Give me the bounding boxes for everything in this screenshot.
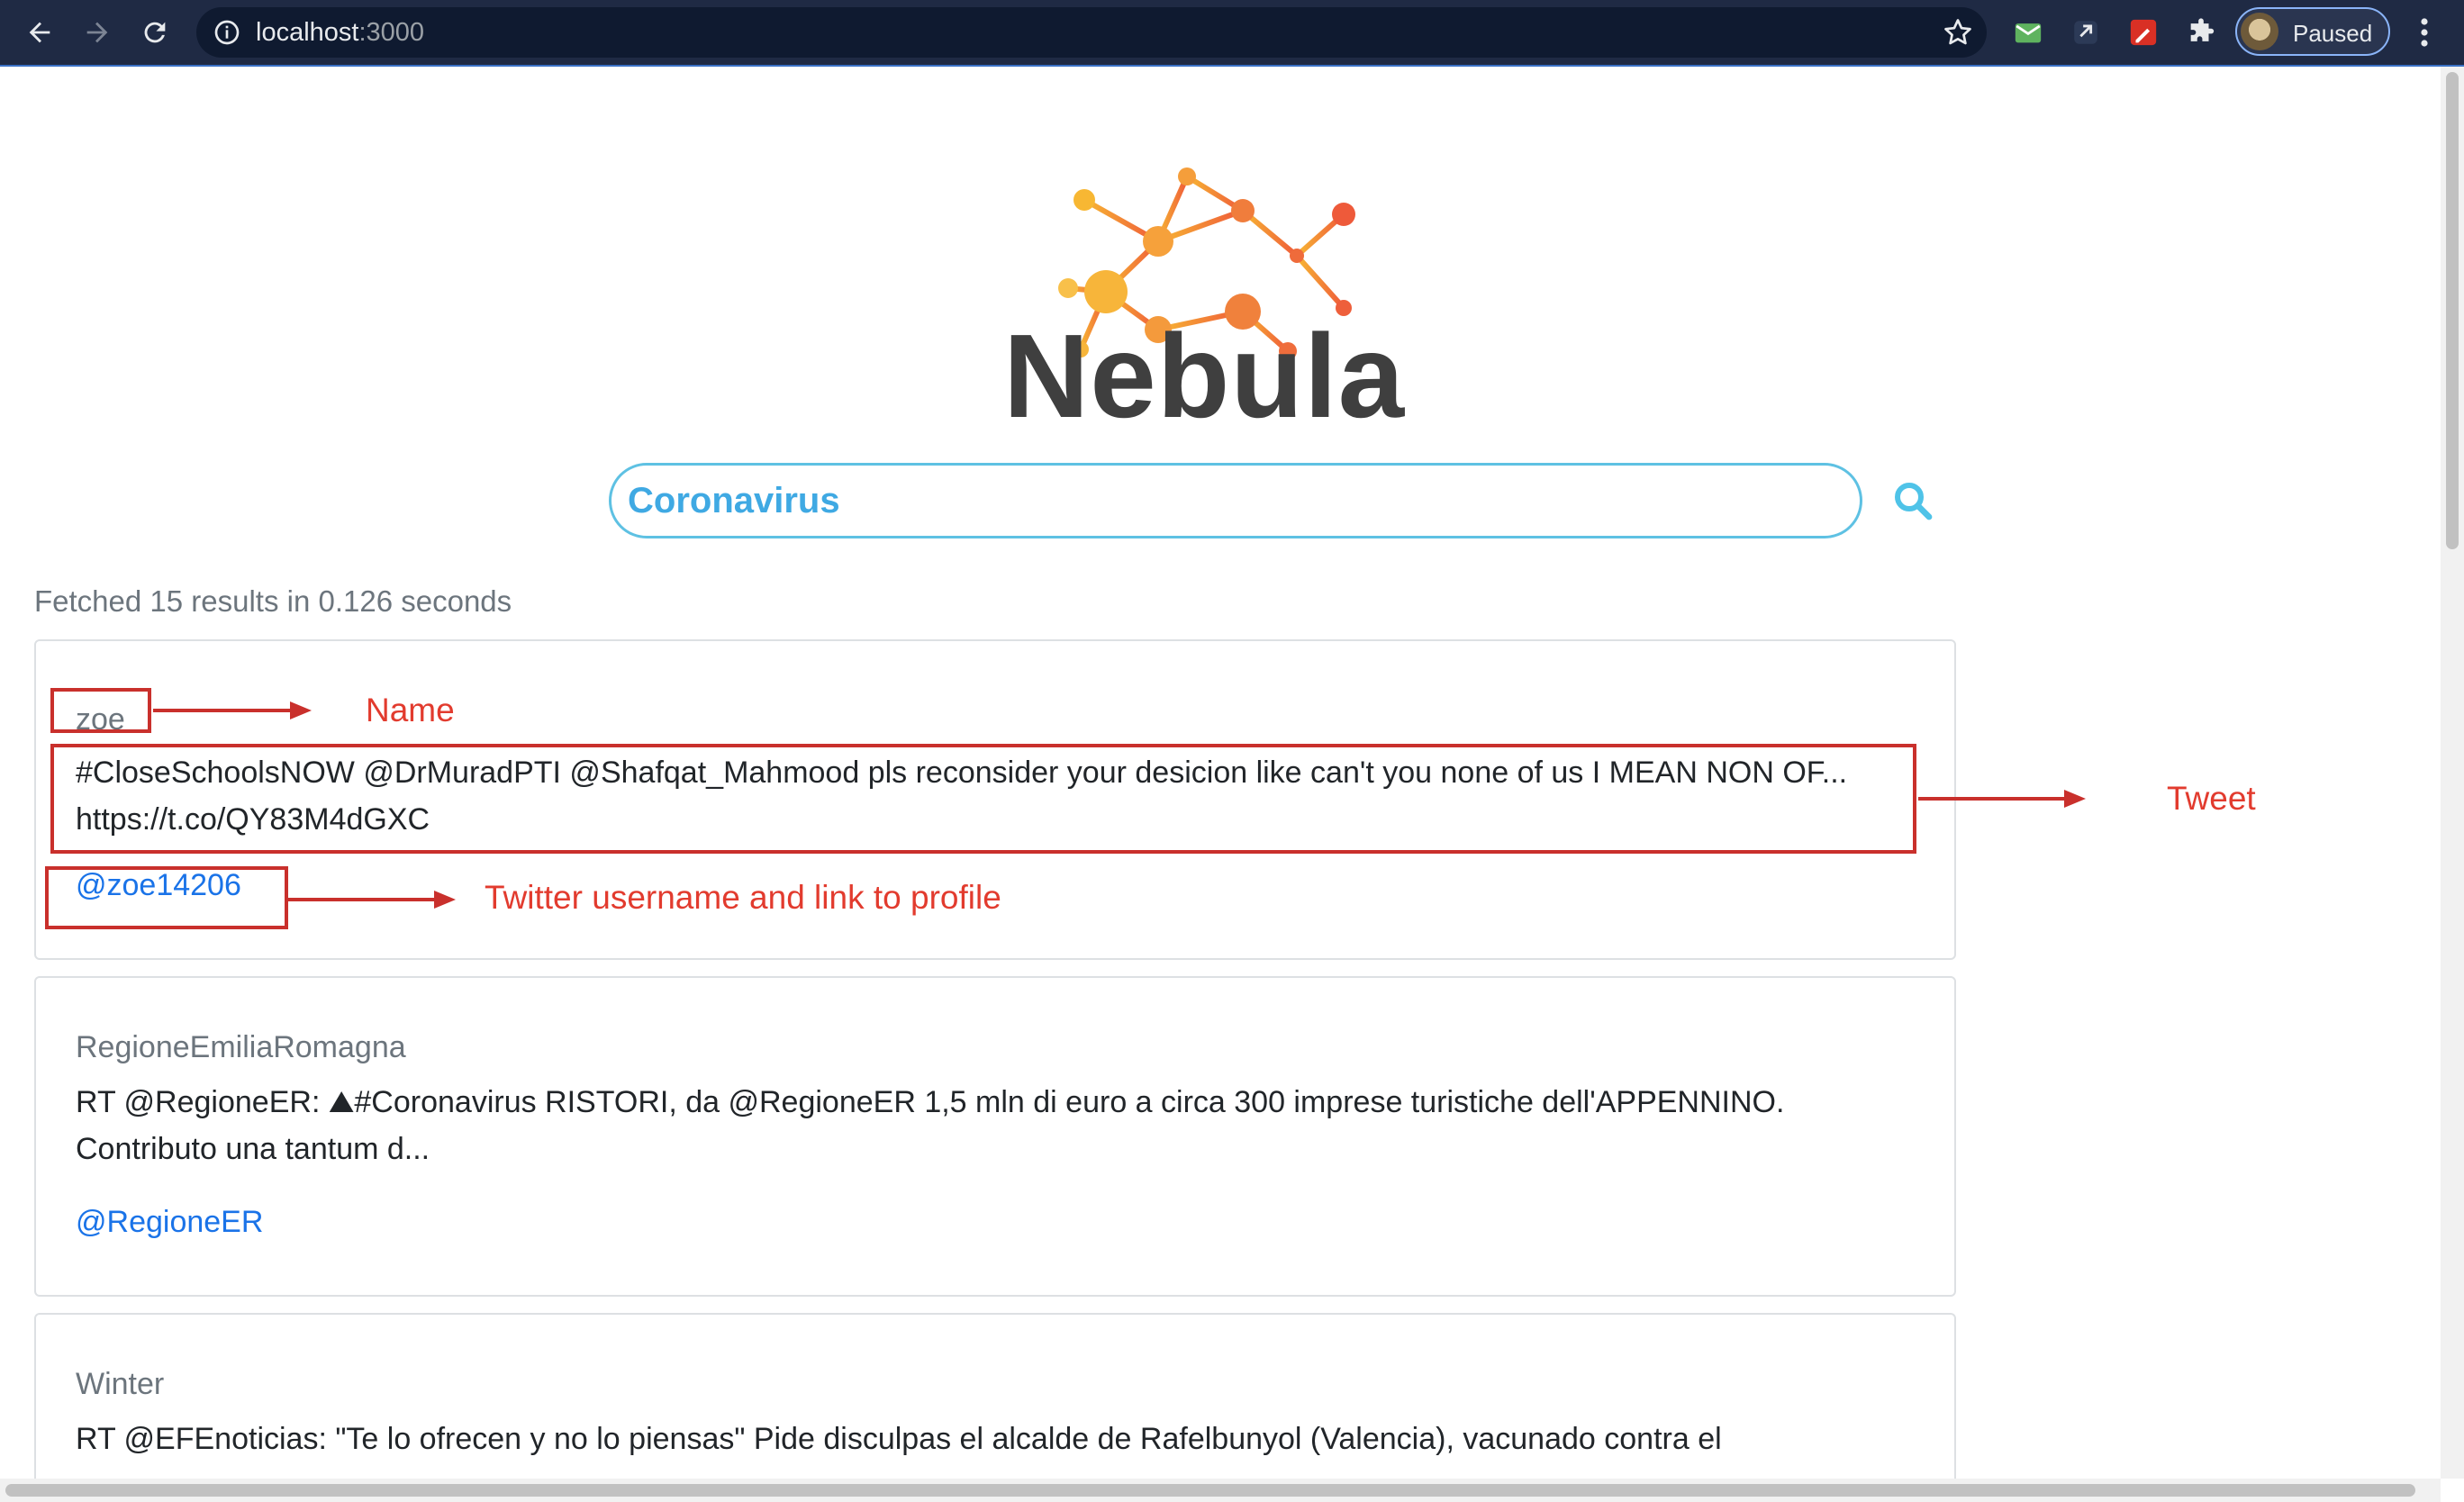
mail-extension-icon[interactable] [2010,14,2046,50]
browser-menu-icon[interactable] [2414,16,2435,49]
profile-button[interactable]: Paused [2235,7,2390,56]
username-annotation-label: Twitter username and link to profile [485,879,1001,916]
search-input[interactable] [609,463,1862,538]
name-annotation-arrow-icon [153,701,312,719]
tweet-text-line: Contributo una tantum d... [76,1132,430,1166]
name-annotation-label: Name [366,692,455,728]
tweet-text-line: RT @EFEnoticias: "Te lo ofrecen y no lo … [76,1422,1722,1456]
tweet-annotation-label: Tweet [2167,780,2256,817]
back-icon[interactable] [20,13,59,52]
name-annotation-box [50,688,151,733]
username-annotation-arrow-icon [288,891,456,909]
tweet-card: Winter RT @EFEnoticias: "Te lo ofrecen y… [34,1313,1956,1479]
tweet-text-line: RT @RegioneER: ⛰#Coronavirus RISTORI, da… [76,1085,1785,1119]
tweet-author-name: Winter [76,1367,165,1401]
twitter-profile-link[interactable]: @RegioneER [76,1205,263,1240]
url-text: localhost:3000 [256,18,425,47]
forward-icon[interactable] [77,13,117,52]
bookmark-star-icon[interactable] [1942,16,1974,49]
reload-icon[interactable] [135,13,175,52]
search-icon[interactable] [1891,479,1934,522]
browser-toolbar: localhost:3000 Paused [0,0,2464,67]
tweet-text: RT @RegioneER: ⛰#Coronavirus RISTORI, da… [76,1079,1931,1172]
horizontal-scrollbar-thumb[interactable] [5,1484,2415,1497]
username-annotation-box [45,866,288,929]
site-info-icon[interactable] [213,18,241,47]
app-logo-text: Nebula [1003,310,1406,442]
tweet-author-name: RegioneEmiliaRomagna [76,1030,406,1064]
tweet-text: RT @EFEnoticias: "Te lo ofrecen y no lo … [76,1416,1931,1462]
page-content: Nebula Fetched 15 results in 0.126 secon… [0,67,2441,1479]
extensions-puzzle-icon[interactable] [2183,14,2219,50]
pen-extension-icon[interactable] [2125,14,2161,50]
results-summary: Fetched 15 results in 0.126 seconds [34,584,512,618]
profile-status-label: Paused [2293,20,2373,47]
address-bar[interactable]: localhost:3000 [196,7,1987,58]
avatar [2241,13,2278,50]
vertical-scrollbar-thumb[interactable] [2446,72,2459,549]
tweet-annotation-box [50,744,1916,854]
tweet-card: RegioneEmiliaRomagna RT @RegioneER: ⛰#Co… [34,976,1956,1297]
link-extension-icon[interactable] [2068,14,2104,50]
tweet-annotation-arrow-icon [1918,790,2086,808]
